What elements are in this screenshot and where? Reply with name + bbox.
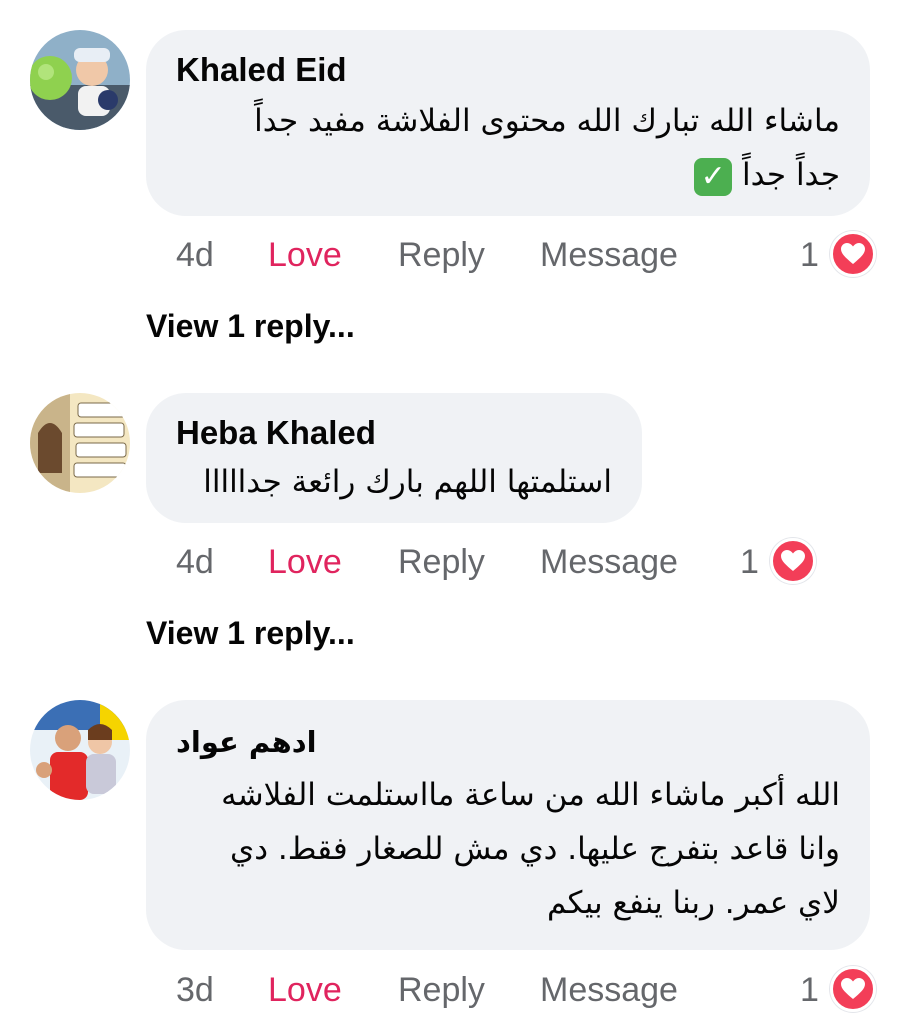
avatar-khaled-eid[interactable] xyxy=(30,30,130,130)
reaction-count: 1 xyxy=(800,971,819,1009)
reaction-summary[interactable]: 1 xyxy=(800,230,877,280)
comment-text-line-content: جداً جداً xyxy=(742,157,840,193)
comment-text-line: لاي عمر. ربنا ينفع بيكم xyxy=(546,885,840,921)
heart-reaction-icon xyxy=(770,538,817,585)
comment-author[interactable]: ادهم عواد xyxy=(176,722,317,762)
reply-button[interactable]: Reply xyxy=(398,230,485,280)
comment-text-line: وانا قاعد بتفرج عليها. دي مش للصغار فقط.… xyxy=(229,831,840,867)
comment-text-line: استلمتها اللهم بارك رائعة جدااااا xyxy=(203,464,612,500)
comment-text-line: ماشاء الله تبارك الله محتوى الفلاشة مفيد… xyxy=(254,103,840,139)
reaction-summary[interactable]: 1 xyxy=(800,965,877,1015)
message-button[interactable]: Message xyxy=(540,537,678,587)
reaction-count: 1 xyxy=(800,236,819,274)
message-button[interactable]: Message xyxy=(540,230,678,280)
reply-button[interactable]: Reply xyxy=(398,965,485,1015)
view-replies-link[interactable]: View 1 reply... xyxy=(146,306,355,346)
view-replies-link[interactable]: View 1 reply... xyxy=(146,613,355,653)
love-button[interactable]: Love xyxy=(268,965,342,1015)
avatar-adham-awad[interactable] xyxy=(30,700,130,800)
comment-author[interactable]: Khaled Eid xyxy=(176,50,840,90)
comment-time[interactable]: 4d xyxy=(176,230,214,280)
reply-button[interactable]: Reply xyxy=(398,537,485,587)
love-button[interactable]: Love xyxy=(268,230,342,280)
reaction-summary[interactable]: 1 xyxy=(740,537,817,587)
heart-reaction-icon xyxy=(830,231,877,278)
love-button[interactable]: Love xyxy=(268,537,342,587)
reaction-count: 1 xyxy=(740,543,759,581)
comment-bubble: Heba Khaled استلمتها اللهم بارك رائعة جد… xyxy=(146,393,642,523)
comment-text: ماشاء الله تبارك الله محتوى الفلاشة مفيد… xyxy=(176,94,840,202)
message-button[interactable]: Message xyxy=(540,965,678,1015)
comment-text: الله أكبر ماشاء الله من ساعة مااستلمت ال… xyxy=(176,768,840,930)
avatar-heba-khaled[interactable] xyxy=(30,393,130,493)
comment-author[interactable]: Heba Khaled xyxy=(176,413,612,453)
comment-text-line: جداً جداً ✓ xyxy=(176,148,840,202)
comment-bubble: Khaled Eid ماشاء الله تبارك الله محتوى ا… xyxy=(146,30,870,216)
comment-bubble: ادهم عواد الله أكبر ماشاء الله من ساعة م… xyxy=(146,700,870,950)
comment-text-line: الله أكبر ماشاء الله من ساعة مااستلمت ال… xyxy=(221,777,840,813)
comment-time[interactable]: 4d xyxy=(176,537,214,587)
heart-reaction-icon xyxy=(830,966,877,1013)
check-mark-emoji-icon: ✓ xyxy=(694,157,733,196)
comment-time[interactable]: 3d xyxy=(176,965,214,1015)
comment-text: استلمتها اللهم بارك رائعة جدااااا xyxy=(176,455,612,509)
